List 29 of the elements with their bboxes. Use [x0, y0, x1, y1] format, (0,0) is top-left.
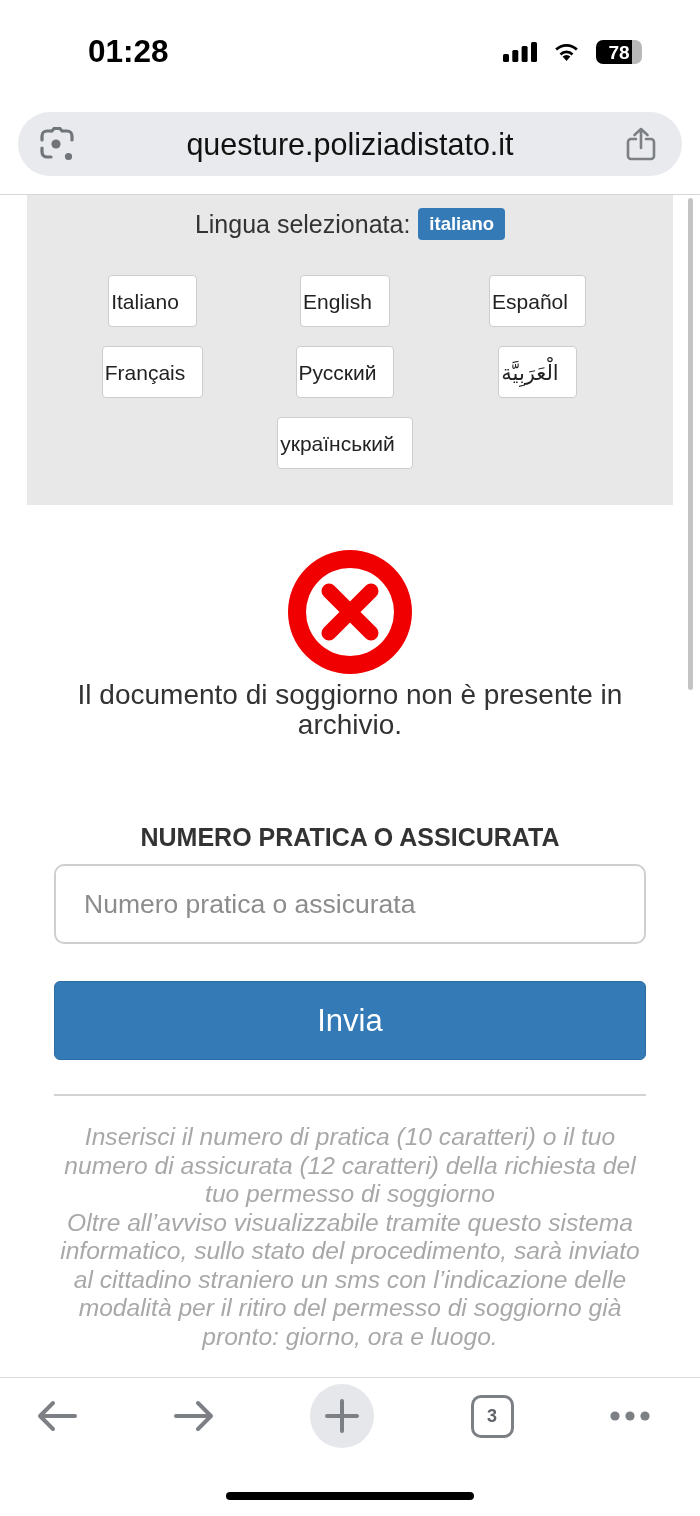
- share-icon[interactable]: [626, 127, 656, 161]
- back-arrow-icon[interactable]: [37, 1400, 77, 1432]
- language-button[interactable]: Français: [101, 346, 204, 398]
- language-button[interactable]: український: [277, 417, 413, 469]
- language-button[interactable]: Italiano: [108, 275, 197, 327]
- more-dots-icon[interactable]: [610, 1411, 650, 1421]
- signal-icon: [503, 42, 537, 62]
- plus-icon[interactable]: [325, 1399, 359, 1433]
- help-text: Inserisci il numero di pratica (10 caratteri) o il tuo numero di assicurata (12 caratteri) della richiesta del tuo permesso di soggiorno: [63, 1123, 638, 1209]
- status-time: 01:28: [88, 36, 169, 68]
- battery-indicator: 78: [596, 40, 642, 64]
- result-message: Il documento di soggiorno non è presente in archivio.: [76, 680, 624, 740]
- number-input-field[interactable]: Numero pratica o assicurata: [54, 864, 646, 944]
- language-button[interactable]: Русский: [295, 346, 395, 398]
- wifi-icon: [554, 43, 579, 61]
- camera-scan-icon[interactable]: [40, 127, 74, 161]
- url-text[interactable]: questure.poliziadistato.it: [74, 128, 626, 160]
- language-button[interactable]: الْعَرَبِيَّة: [498, 346, 577, 398]
- selected-language-badge: italiano: [418, 208, 506, 240]
- forward-arrow-icon[interactable]: [173, 1400, 214, 1432]
- help-text: Oltre all’avviso visualizzabile tramite questo sistema informatico, sullo stato del procedimento, sarà inviato al cittadino straniero un sms con l’indicazione delle modalità per il ritiro del permesso di soggiorno già pronto: giorno, ora e luogo.: [59, 1208, 641, 1351]
- address-bar[interactable]: questure.poliziadistato.it: [18, 112, 682, 176]
- language-button[interactable]: English: [300, 275, 390, 327]
- field-label: NUMERO PRATICA O ASSICURATA: [140, 824, 560, 850]
- submit-button[interactable]: Invia: [54, 981, 646, 1060]
- language-button[interactable]: Español: [489, 275, 586, 327]
- tabs-button[interactable]: 3: [470, 1394, 514, 1438]
- selected-language-label: Lingua selezionata:: [194, 211, 411, 237]
- error-icon: [288, 550, 412, 674]
